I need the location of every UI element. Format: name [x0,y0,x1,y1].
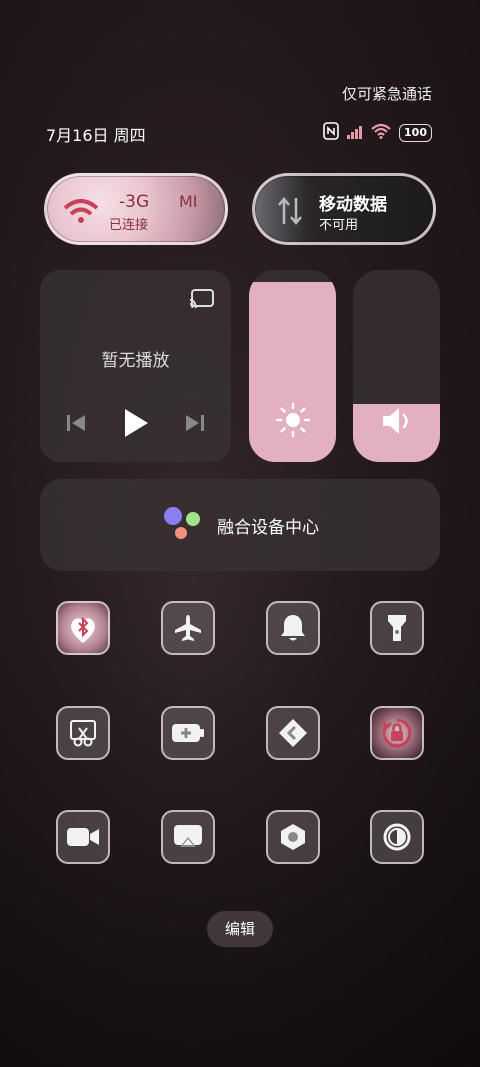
media-player-card[interactable]: 暂无播放 [40,270,231,462]
rotation-lock-toggle[interactable] [370,706,424,760]
ring-mode-toggle[interactable] [266,601,320,655]
rotation-lock-icon [381,718,412,748]
flashlight-icon [388,615,406,641]
screen-cast-toggle[interactable] [161,810,215,864]
previous-track-icon[interactable] [66,413,86,437]
settings-hex-toggle[interactable] [266,810,320,864]
dark-mode-toggle[interactable] [370,810,424,864]
play-icon[interactable] [123,408,149,442]
screen-record-toggle[interactable] [56,810,110,864]
screen-cast-icon [174,825,202,847]
date-text: 7月16日 周四 [46,126,146,145]
speaker-icon [353,406,440,436]
sun-icon [249,402,336,438]
cast-icon[interactable] [189,288,215,314]
volume-slider[interactable] [353,270,440,462]
fusion-dots-icon [161,505,205,545]
battery-plus-icon [172,724,204,742]
wifi-icon [371,123,391,143]
wifi-status: 已连接 [109,218,149,233]
next-track-icon[interactable] [185,413,205,437]
hexagon-settings-icon [281,824,305,850]
screenshot-toggle[interactable] [56,706,110,760]
status-bar: 100 [323,122,432,144]
no-playback-text: 暂无播放 [101,351,170,371]
mobile-data-tile[interactable]: 移动数据 不可用 [252,173,436,245]
nearby-share-toggle[interactable] [266,706,320,760]
data-arrows-icon [278,197,302,225]
mobile-data-status: 不可用 [319,218,359,233]
battery-saver-toggle[interactable] [161,706,215,760]
bluetooth-toggle[interactable] [56,601,110,655]
dark-mode-icon [383,823,411,851]
wifi-ssid-suffix: MI [179,192,198,211]
fusion-device-center[interactable]: 融合设备中心 [40,479,440,571]
bluetooth-icon [71,616,95,643]
brightness-slider[interactable] [249,270,336,462]
signal-icon [347,124,363,143]
emergency-call-text: 仅可紧急通话 [341,85,432,103]
mobile-data-label: 移动数据 [319,195,387,215]
airplane-toggle[interactable] [161,601,215,655]
wifi-tile-icon [63,199,99,223]
nfc-icon [323,122,339,144]
screenshot-scissors-icon [70,720,96,747]
wifi-ssid: -3G [119,192,150,212]
airplane-icon [175,615,201,641]
wifi-tile[interactable]: -3G MI 已连接 [44,173,228,245]
video-camera-icon [67,828,99,846]
fusion-label: 融合设备中心 [217,517,319,538]
nearby-share-icon [279,719,307,747]
bell-icon [281,615,305,641]
battery-indicator: 100 [399,124,432,142]
edit-button[interactable]: 编辑 [207,911,273,947]
flashlight-toggle[interactable] [370,601,424,655]
